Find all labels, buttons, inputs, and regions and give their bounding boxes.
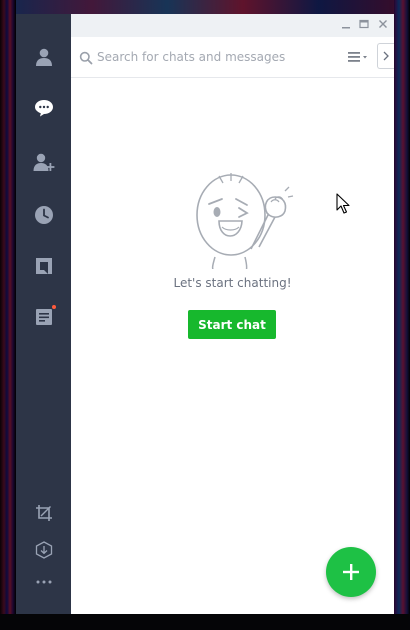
main-panel: Let's start chatting! Start chat — [71, 14, 394, 614]
desktop-background-top — [16, 0, 394, 14]
chevron-right-icon — [383, 51, 389, 61]
search-icon — [79, 50, 93, 65]
notes-icon — [36, 309, 52, 325]
sidebar-item-recent[interactable] — [31, 202, 57, 228]
profile-icon — [36, 48, 52, 66]
chat-app-window: Let's start chatting! Start chat — [16, 14, 394, 614]
more-dots-icon — [36, 580, 52, 584]
add-friend-icon — [33, 153, 55, 171]
screenshot-crop-icon — [36, 505, 52, 521]
sidebar-item-more[interactable] — [31, 569, 57, 595]
sidebar-item-download[interactable] — [31, 537, 57, 563]
empty-state-message: Let's start chatting! — [173, 276, 292, 290]
mouse-cursor-icon — [336, 193, 350, 214]
character-illustration — [196, 173, 294, 269]
start-chat-button[interactable]: Start chat — [188, 310, 276, 339]
expand-panel-button[interactable] — [377, 43, 394, 69]
clock-icon — [35, 206, 53, 224]
timeline-icon — [36, 258, 52, 274]
sidebar-item-screenshot[interactable] — [31, 500, 57, 526]
search-bar — [71, 37, 394, 78]
sidebar-item-timeline[interactable] — [31, 253, 57, 279]
chat-bubble-icon — [35, 100, 53, 117]
list-menu-icon — [348, 52, 367, 62]
download-icon — [35, 541, 53, 559]
close-icon — [379, 20, 387, 28]
close-button[interactable] — [376, 17, 390, 31]
desktop-background-bottom — [0, 614, 410, 630]
notification-badge — [52, 305, 56, 309]
maximize-button[interactable] — [357, 17, 371, 31]
minimize-button[interactable] — [339, 17, 353, 31]
sidebar-item-profile[interactable] — [31, 44, 57, 70]
search-input[interactable] — [95, 46, 337, 68]
title-bar — [71, 14, 394, 37]
sidebar-item-notes[interactable] — [31, 304, 57, 330]
list-menu-button[interactable] — [348, 50, 372, 64]
plus-icon — [343, 564, 359, 580]
maximize-icon — [359, 19, 369, 29]
minimize-icon — [342, 27, 350, 29]
new-chat-fab[interactable] — [326, 547, 376, 597]
sidebar-item-chats[interactable] — [31, 95, 57, 121]
sidebar — [16, 14, 71, 614]
sidebar-item-add-friends[interactable] — [31, 149, 57, 175]
